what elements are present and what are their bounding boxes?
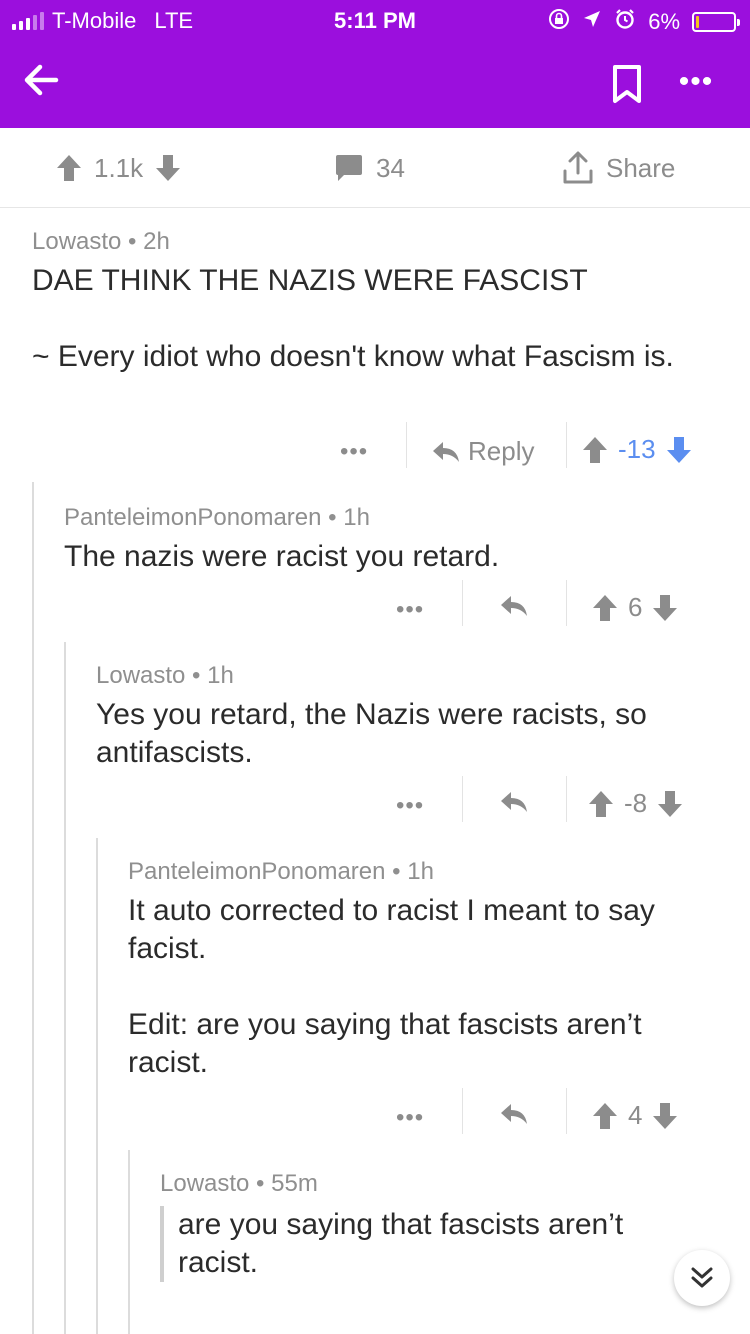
- reply-icon: [501, 1104, 527, 1124]
- comment: Lowasto • 2h DAE THINK THE NAZIS WERE FA…: [32, 228, 722, 376]
- reply-label: Reply: [468, 436, 535, 466]
- comment-author[interactable]: Lowasto: [96, 662, 185, 689]
- comment-more-icon[interactable]: •••: [396, 588, 424, 632]
- reply-button[interactable]: Reply: [432, 436, 534, 467]
- comment-author[interactable]: Lowasto: [32, 228, 121, 255]
- comment-age: 1h: [407, 858, 434, 885]
- battery-icon: [692, 12, 740, 32]
- divider: [566, 1088, 567, 1134]
- comment-bubble-icon: [334, 154, 364, 182]
- comment: Lowasto • 55m are you saying that fascis…: [160, 1170, 660, 1282]
- comment-more-icon[interactable]: •••: [396, 1096, 424, 1140]
- share-button[interactable]: Share: [562, 150, 675, 186]
- share-label: Share: [606, 152, 676, 183]
- comments-count-button[interactable]: 34: [334, 150, 405, 186]
- upvote-icon[interactable]: [56, 154, 82, 182]
- post-score: 1.1k: [94, 152, 144, 183]
- comment-controls: ••• 6: [0, 580, 750, 632]
- comment-author[interactable]: PanteleimonPonomaren: [64, 504, 322, 531]
- location-icon: [582, 9, 602, 35]
- reply-icon: [433, 441, 459, 462]
- divider: [566, 422, 567, 468]
- orientation-lock-icon: [548, 8, 570, 36]
- upvote-icon[interactable]: [588, 790, 614, 818]
- divider: [462, 580, 463, 626]
- app-bar: •••: [0, 40, 750, 128]
- thread-line[interactable]: [64, 642, 66, 1334]
- divider: [566, 776, 567, 822]
- thread-line[interactable]: [96, 838, 98, 1334]
- back-arrow-icon[interactable]: [20, 58, 64, 102]
- double-chevron-down-icon: [691, 1267, 713, 1288]
- reply-button[interactable]: [500, 594, 528, 618]
- comment-score: -13: [618, 434, 656, 464]
- comment-meta: PanteleimonPonomaren • 1h: [128, 858, 434, 885]
- comment-score: 6: [628, 592, 643, 622]
- next-comment-button[interactable]: [674, 1250, 730, 1306]
- downvote-icon[interactable]: [652, 594, 678, 622]
- comment: PanteleimonPonomaren • 1h It auto correc…: [128, 858, 718, 1082]
- downvote-icon[interactable]: [666, 436, 692, 464]
- comment: Lowasto • 1h Yes you retard, the Nazis w…: [96, 662, 716, 772]
- comment-vote-group: 6: [592, 592, 678, 623]
- comment-age: 2h: [143, 228, 170, 255]
- comment-more-icon[interactable]: •••: [340, 430, 368, 474]
- downvote-icon[interactable]: [652, 1102, 678, 1130]
- comment-meta: Lowasto • 55m: [160, 1170, 318, 1197]
- status-bar: T-Mobile LTE 5:11 PM 6%: [0, 0, 750, 40]
- comment-vote-group: -13: [582, 434, 692, 465]
- comment-author[interactable]: Lowasto: [160, 1170, 249, 1197]
- upvote-icon[interactable]: [592, 594, 618, 622]
- comment-vote-group: 4: [592, 1100, 678, 1131]
- upvote-icon[interactable]: [592, 1102, 618, 1130]
- comments-count: 34: [376, 152, 405, 183]
- downvote-icon[interactable]: [657, 790, 683, 818]
- downvote-icon[interactable]: [155, 154, 181, 182]
- reply-icon: [501, 596, 527, 616]
- comment-controls: ••• Reply -13: [0, 422, 750, 474]
- comment-body: Yes you retard, the Nazis were racists, …: [96, 698, 647, 769]
- comment-controls: ••• 4: [0, 1088, 750, 1140]
- comment-age: 1h: [207, 662, 234, 689]
- comment-age: 55m: [271, 1170, 318, 1197]
- reply-button[interactable]: [500, 1102, 528, 1126]
- comment-meta: PanteleimonPonomaren • 1h: [64, 504, 370, 531]
- comment-score: 4: [628, 1100, 643, 1130]
- comment-body: The nazis were racist you retard.: [64, 540, 500, 573]
- share-icon: [562, 151, 594, 185]
- comment-meta: Lowasto • 2h: [32, 228, 170, 255]
- comment: PanteleimonPonomaren • 1h The nazis were…: [64, 504, 724, 576]
- post-vote-group: 1.1k: [56, 150, 181, 186]
- divider: [462, 1088, 463, 1134]
- comment-controls: ••• -8: [0, 776, 750, 828]
- top-bar: T-Mobile LTE 5:11 PM 6% •••: [0, 0, 750, 128]
- comment-quote: are you saying that fascists aren’t raci…: [160, 1206, 660, 1282]
- comment-author[interactable]: PanteleimonPonomaren: [128, 858, 386, 885]
- divider: [406, 422, 407, 468]
- comment-score: -8: [624, 788, 648, 818]
- comment-vote-group: -8: [588, 788, 683, 819]
- reply-icon: [501, 792, 527, 812]
- divider: [566, 580, 567, 626]
- comment-body: It auto corrected to racist I meant to s…: [128, 894, 655, 1079]
- comment-more-icon[interactable]: •••: [396, 784, 424, 828]
- reply-button[interactable]: [500, 790, 528, 814]
- comment-body: DAE THINK THE NAZIS WERE FASCIST ~ Every…: [32, 264, 674, 373]
- comment-age: 1h: [343, 504, 370, 531]
- alarm-icon: [614, 8, 636, 36]
- more-icon[interactable]: •••: [672, 62, 720, 102]
- comment-meta: Lowasto • 1h: [96, 662, 234, 689]
- divider: [462, 776, 463, 822]
- battery-percent: 6%: [648, 9, 680, 34]
- bookmark-icon[interactable]: [610, 64, 644, 104]
- thread-line[interactable]: [128, 1150, 130, 1334]
- post-action-bar: 1.1k 34 Share: [0, 128, 750, 208]
- upvote-icon[interactable]: [582, 436, 608, 464]
